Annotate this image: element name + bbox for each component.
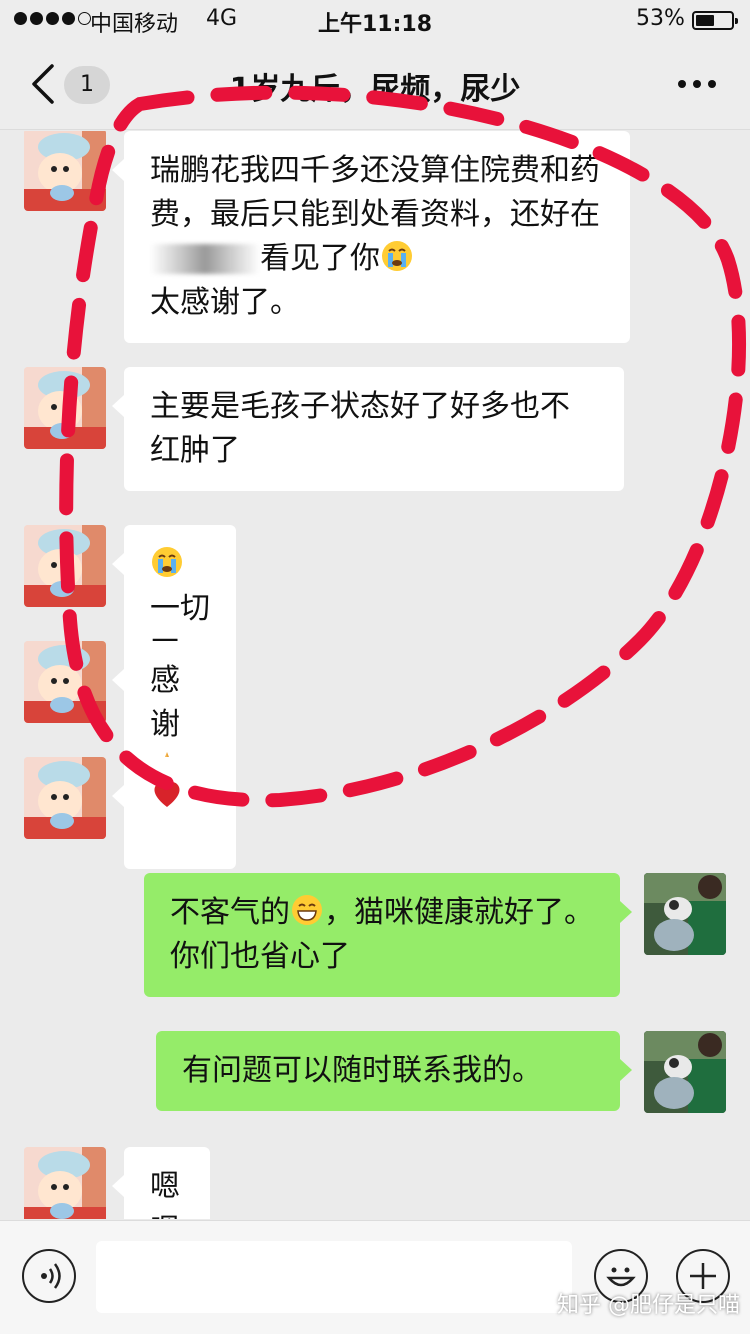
crying-face-icon [152,547,182,577]
message-bubble[interactable]: 瑞鹏花我四千多还没算住院费和药费，最后只能到处看资料，还好在看见了你太感谢了。 [112,131,630,343]
photo-avatar-icon [644,873,726,955]
message-text: 太感谢了。 [150,285,300,320]
message-list[interactable]: 瑞鹏花我四千多还没算住院费和药费，最后只能到处看资料，还好在看见了你 太感谢了。 … [0,131,750,1219]
battery-percent: 53% [636,6,685,31]
message-input[interactable] [96,1241,572,1313]
chevron-left-icon [32,64,54,104]
cartoon-avatar-icon [24,131,106,211]
avatar-self[interactable] [644,1031,726,1113]
message-text: 感谢 [150,663,180,742]
message-text: 有问题可以随时联系我的。 [182,1053,542,1088]
photo-avatar-icon [644,1031,726,1113]
cartoon-avatar-icon [24,525,106,607]
watermark: 知乎 @肥仔是只喵 [557,1293,740,1318]
message-text: 主要是毛孩子状态好了好多也不红肿了 [150,389,570,468]
avatar-self[interactable] [644,873,726,955]
avatar[interactable] [24,1147,106,1219]
avatar[interactable] [24,757,106,839]
message-text: 不客气的 [170,895,290,930]
message-bubble[interactable]: 有问题可以随时联系我的。 [156,1031,632,1111]
more-options-button[interactable] [678,80,716,88]
dot-icon [678,80,686,88]
cartoon-avatar-icon [24,757,106,839]
battery-icon [692,11,738,30]
message-bubble[interactable]: 嗯嗯 [112,1147,210,1219]
cartoon-avatar-icon [24,641,106,723]
message-bubble[interactable] [112,757,228,839]
avatar[interactable] [24,525,106,607]
voice-icon [41,1263,61,1289]
avatar[interactable] [24,131,106,211]
avatar[interactable] [24,367,106,449]
red-heart-icon [154,782,180,807]
unread-count-badge[interactable]: 1 [64,66,110,104]
chat-title: 1岁九斤，尿频，尿少 [229,72,521,107]
message-text: 瑞鹏花我四千多还没算住院费和药费，最后只能到处看资料，还好在 [150,153,600,232]
back-button[interactable] [28,62,58,106]
message-text: 嗯嗯 [150,1169,180,1219]
crying-face-icon [382,241,412,271]
blurred-text [150,244,260,274]
dot-icon [708,80,716,88]
dot-icon [693,80,701,88]
grinning-face-icon [292,895,322,925]
avatar[interactable] [24,641,106,723]
message-bubble[interactable]: 主要是毛孩子状态好了好多也不红肿了 [112,367,624,491]
cartoon-avatar-icon [24,367,106,449]
status-bar: 中国移动 4G 上午11:18 53% [0,0,750,40]
cartoon-avatar-icon [24,1147,106,1219]
message-bubble[interactable]: 不客气的 ，猫咪健康就好了。你们也省心了 [144,873,632,997]
message-text: 看见了你 [260,241,380,276]
voice-input-button[interactable] [22,1249,76,1303]
chat-header: 1 1岁九斤，尿频，尿少 [0,40,750,130]
